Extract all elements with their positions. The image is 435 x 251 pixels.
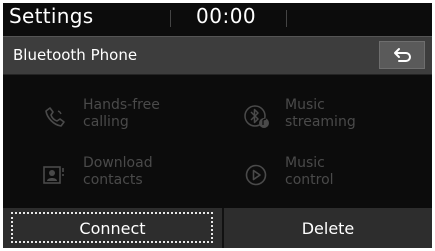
menu-item-label: Download contacts: [83, 155, 153, 188]
phone-icon: [41, 103, 69, 131]
screen-frame: Settings 00:00 Bluetooth Phone Hands-fre…: [0, 0, 435, 251]
bluetooth-audio-icon: [243, 103, 271, 131]
status-bar: Settings 00:00: [3, 3, 432, 33]
menu-item-music-streaming[interactable]: Music streaming: [243, 95, 432, 145]
back-button[interactable]: [379, 41, 425, 69]
delete-button-label: Delete: [301, 219, 355, 238]
menu-item-hands-free-calling[interactable]: Hands-free calling: [41, 95, 241, 145]
title-bar: Bluetooth Phone: [3, 36, 432, 75]
menu-item-label: Music control: [285, 155, 334, 188]
connect-button-label: Connect: [79, 219, 146, 238]
menu-grid: Hands-free calling Music streaming Downl…: [3, 75, 432, 207]
head-unit-display: Settings 00:00 Bluetooth Phone Hands-fre…: [3, 3, 432, 248]
delete-button[interactable]: Delete: [224, 208, 432, 248]
status-title: Settings: [9, 4, 94, 28]
status-divider: [170, 10, 171, 27]
menu-item-music-control[interactable]: Music control: [243, 153, 432, 203]
status-divider: [286, 10, 287, 27]
action-bar: Connect Delete: [3, 208, 432, 248]
menu-item-download-contacts[interactable]: Download contacts: [41, 153, 241, 203]
contacts-icon: [41, 161, 69, 189]
clock: 00:00: [196, 4, 257, 28]
menu-item-label: Hands-free calling: [83, 97, 160, 130]
play-icon: [243, 161, 271, 189]
page-title: Bluetooth Phone: [13, 46, 138, 64]
back-arrow-icon: [394, 48, 411, 62]
connect-button[interactable]: Connect: [3, 208, 222, 248]
menu-item-label: Music streaming: [285, 97, 356, 130]
